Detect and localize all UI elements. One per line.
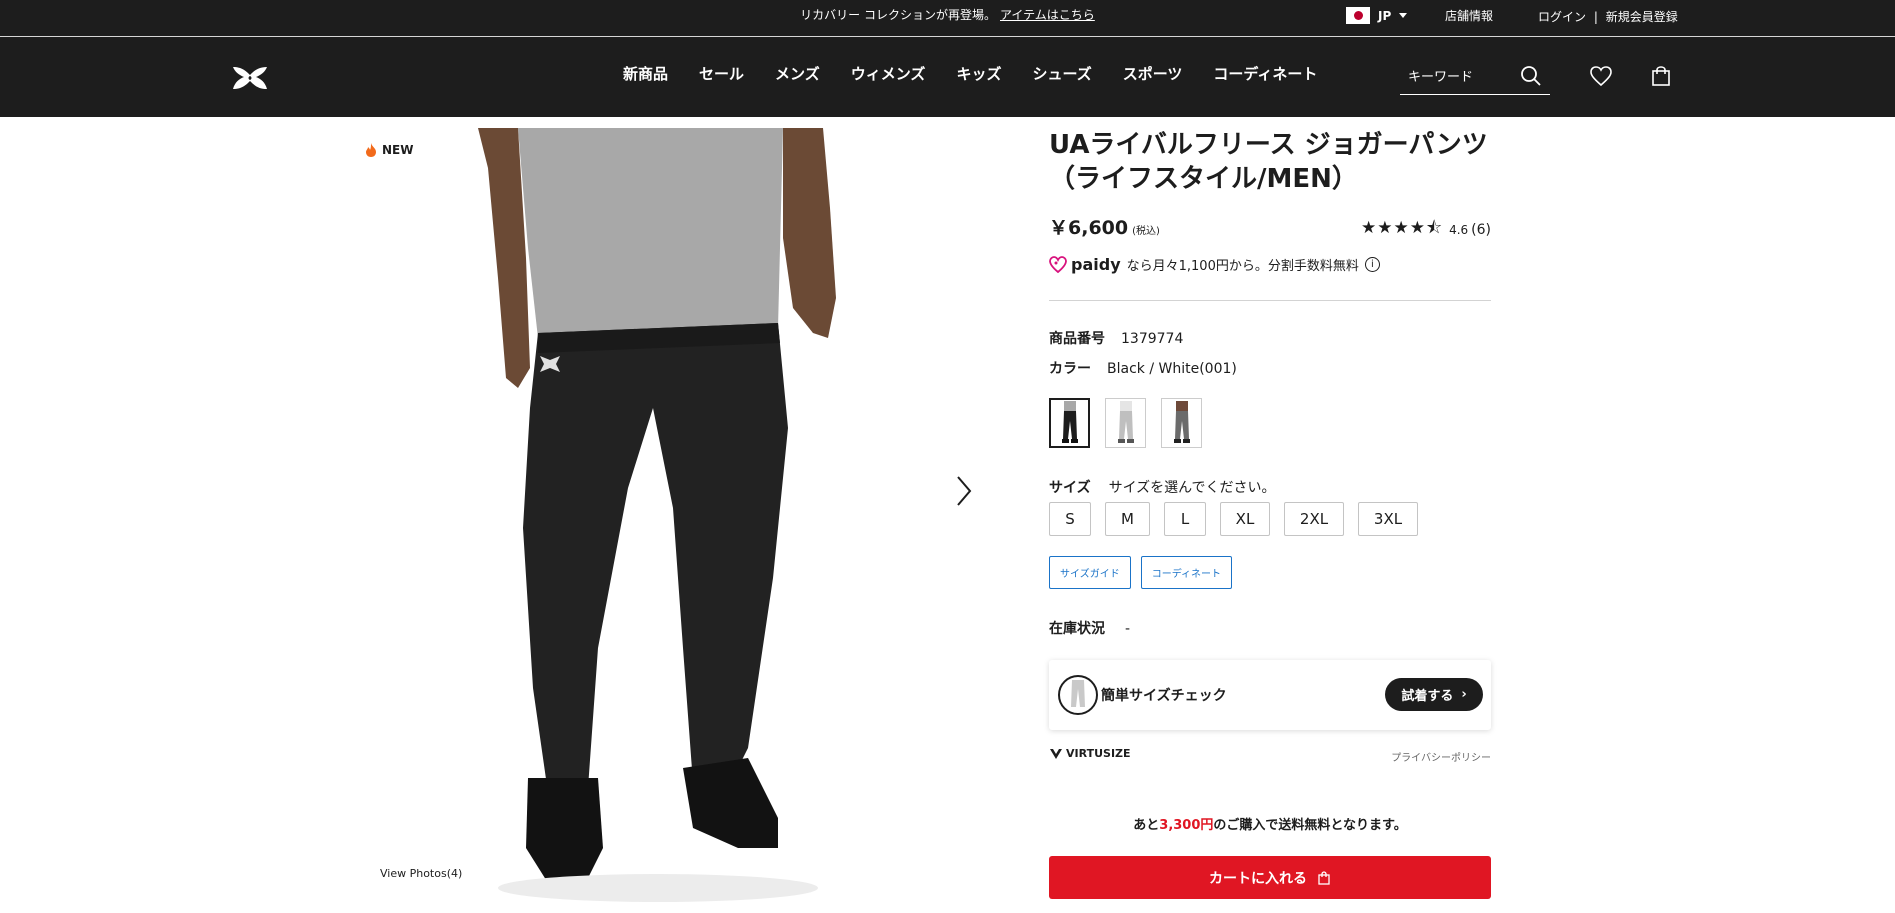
size-option-xl[interactable]: XL [1220,502,1270,536]
try-on-button[interactable]: 試着する › [1385,678,1483,711]
pants-thumbnail-icon [1061,401,1078,443]
nav-item-sports[interactable]: スポーツ [1123,63,1183,84]
virtusize-logo-icon [1050,748,1062,759]
rating-count: (6) [1471,221,1491,238]
product-title: UAライバルフリース ジョガーパンツ（ライフスタイル/MEN） [1049,130,1488,194]
nav-item-sale[interactable]: セール [699,63,744,84]
price-row: ￥6,600 (税込) ★★★★⯪ 4.6 (6) [1049,213,1491,243]
stock-status: 在庫状況 - [1049,618,1130,638]
chevron-right-icon: › [1461,687,1467,702]
product-number-value: 1379774 [1121,331,1184,347]
japan-flag-icon [1346,7,1370,24]
next-image-chevron-icon[interactable] [955,475,973,507]
announcement-bar: リカバリー コレクションが再登場。 アイテムはこちら JP 店舗情報 ログイン |… [0,0,1895,37]
privacy-policy-link[interactable]: プライバシーポリシー [1391,749,1491,764]
new-badge: NEW [365,143,413,157]
promo-text: リカバリー コレクションが再登場。 [800,8,996,22]
flame-icon [366,143,376,157]
size-option-m[interactable]: M [1105,502,1150,536]
virtusize-brand-text: VIRTUSIZE [1066,747,1131,760]
virtusize-footer: VIRTUSIZE プライバシーポリシー [1049,747,1491,764]
nav-item-new[interactable]: 新商品 [623,63,668,84]
swatch-grey[interactable] [1105,398,1146,448]
nav-item-shoes[interactable]: シューズ [1032,63,1091,84]
nav-item-kids[interactable]: キッズ [956,63,1001,84]
search-box [1400,63,1550,95]
size-option-3xl[interactable]: 3XL [1358,502,1418,536]
rating[interactable]: ★★★★⯪ 4.6 (6) [1361,215,1491,244]
add-to-cart-button[interactable]: カートに入れる [1049,856,1491,899]
nav-item-womens[interactable]: ウィメンズ [851,63,926,84]
stock-label: 在庫状況 [1049,621,1105,637]
color-label: カラー [1049,361,1091,377]
product-info: UAライバルフリース ジョガーパンツ（ライフスタイル/MEN） ￥6,600 (税… [1049,128,1491,899]
main-header: 新商品 セール メンズ ウィメンズ キッズ シューズ スポーツ コーディネート [0,37,1895,117]
product-image[interactable] [478,128,876,913]
virtusize-pants-icon [1058,675,1098,715]
ship-prefix: あと [1133,818,1160,833]
country-code: JP [1378,8,1392,23]
color-value: Black / White(001) [1107,361,1237,377]
rating-stars-icon: ★★★★⯪ [1361,218,1444,238]
ship-amount: 3,300円 [1159,818,1214,833]
paidy-logo-icon [1049,255,1067,273]
paidy-text: なら月々1,100円から。分割手数料無料 [1126,259,1359,274]
size-options: S M L XL 2XL 3XL [1049,502,1432,536]
size-header: サイズ サイズを選んでください。 [1049,477,1275,497]
separator: | [1593,10,1598,24]
search-icon[interactable] [1520,65,1542,87]
swatch-black[interactable] [1049,398,1090,448]
primary-nav: 新商品 セール メンズ ウィメンズ キッズ シューズ スポーツ コーディネート [623,63,1348,84]
price: ￥6,600 [1049,217,1129,239]
color-swatches [1049,398,1217,448]
badge-label: NEW [382,143,414,157]
size-option-s[interactable]: S [1049,502,1091,536]
view-photos-link[interactable]: View Photos(4) [380,867,462,880]
try-on-label: 試着する [1401,689,1454,704]
country-selector[interactable]: JP [1346,7,1408,24]
info-icon[interactable]: i [1364,257,1380,272]
size-helper-links: サイズガイド コーディネート [1049,556,1242,589]
product-number-label: 商品番号 [1049,331,1105,347]
register-link[interactable]: 新規会員登録 [1606,10,1678,24]
divider [1049,300,1491,301]
nav-item-coordinate[interactable]: コーディネート [1213,63,1317,84]
size-option-l[interactable]: L [1164,502,1206,536]
paidy-banner: paidy なら月々1,100円から。分割手数料無料 i [1049,255,1380,274]
promo-link[interactable]: アイテムはこちら [1000,8,1095,22]
size-prompt: サイズを選んでください。 [1108,480,1276,496]
paidy-logo: paidy [1071,255,1121,274]
color-info: カラー Black / White(001) [1049,358,1237,378]
virtusize-label: 簡単サイズチェック [1101,688,1227,704]
size-label: サイズ [1049,480,1091,496]
caret-down-icon [1399,13,1408,18]
wishlist-heart-icon[interactable] [1589,65,1613,87]
shopping-bag-icon [1318,870,1330,885]
nav-item-mens[interactable]: メンズ [775,63,820,84]
add-to-cart-label: カートに入れる [1209,870,1307,887]
product-number: 商品番号 1379774 [1049,328,1183,348]
pants-thumbnail-icon [1173,401,1190,443]
search-input[interactable] [1408,63,1518,91]
rating-value: 4.6 [1449,222,1469,237]
shipping-note: あと3,300円のご購入で送料無料となります。 [1049,814,1491,833]
tax-note: (税込) [1132,226,1160,237]
size-option-2xl[interactable]: 2XL [1284,502,1344,536]
coordinate-button[interactable]: コーディネート [1140,556,1233,589]
swatch-charcoal[interactable] [1161,398,1202,448]
ship-suffix: のご購入で送料無料となります。 [1213,818,1407,833]
store-info-link[interactable]: 店舗情報 [1445,7,1493,24]
login-link[interactable]: ログイン [1538,10,1586,24]
size-guide-button[interactable]: サイズガイド [1049,556,1131,589]
under-armour-logo[interactable] [228,65,272,91]
stock-value: - [1125,621,1131,637]
shopping-bag-icon[interactable] [1650,65,1672,87]
pants-thumbnail-icon [1117,401,1134,443]
virtusize-widget: 簡単サイズチェック 試着する › [1049,660,1491,730]
